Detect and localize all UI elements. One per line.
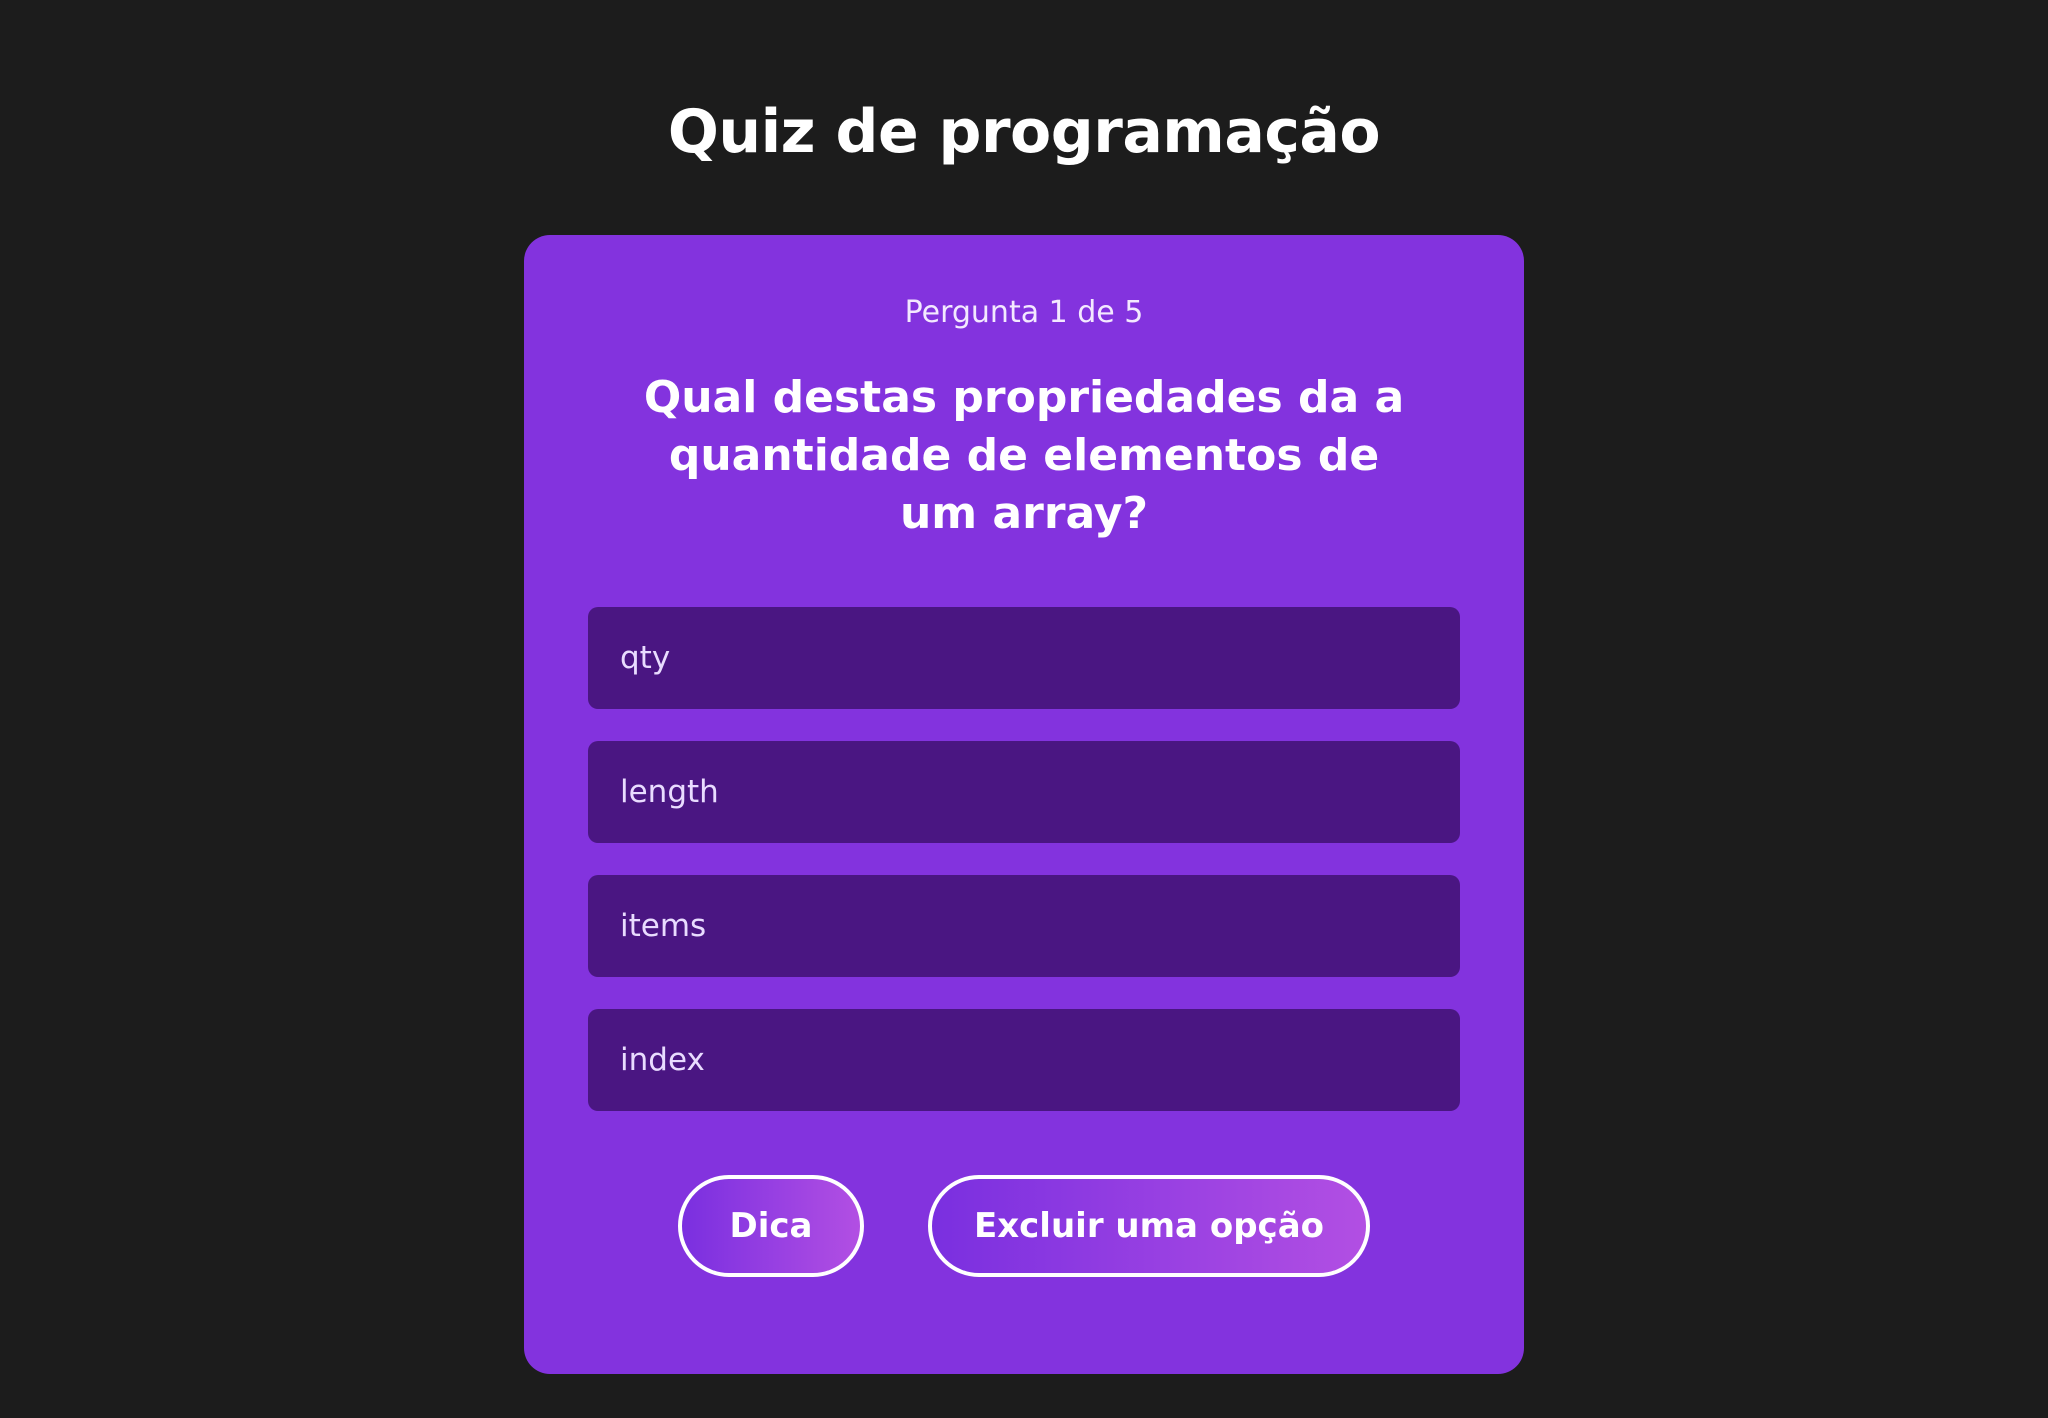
answer-option-index[interactable]: index [588, 1009, 1460, 1111]
answer-option-label: index [620, 1042, 705, 1078]
answer-option-items[interactable]: items [588, 875, 1460, 977]
answer-option-qty[interactable]: qty [588, 607, 1460, 709]
answer-options: qty length items index [588, 607, 1460, 1143]
question-counter: Pergunta 1 de 5 [904, 295, 1144, 330]
quiz-card: Pergunta 1 de 5 Qual destas propriedades… [524, 235, 1524, 1374]
page-title: Quiz de programação [667, 97, 1381, 167]
answer-option-label: qty [620, 640, 671, 676]
quiz-page: Quiz de programação Pergunta 1 de 5 Qual… [0, 0, 2048, 1418]
quiz-actions: Dica Excluir uma opção [524, 1175, 1524, 1277]
hint-button[interactable]: Dica [678, 1175, 864, 1277]
exclude-option-button[interactable]: Excluir uma opção [928, 1175, 1370, 1277]
answer-option-label: items [620, 908, 707, 944]
question-text: Qual destas propriedades da a quantidade… [643, 372, 1405, 539]
answer-option-length[interactable]: length [588, 741, 1460, 843]
answer-option-label: length [620, 774, 719, 810]
